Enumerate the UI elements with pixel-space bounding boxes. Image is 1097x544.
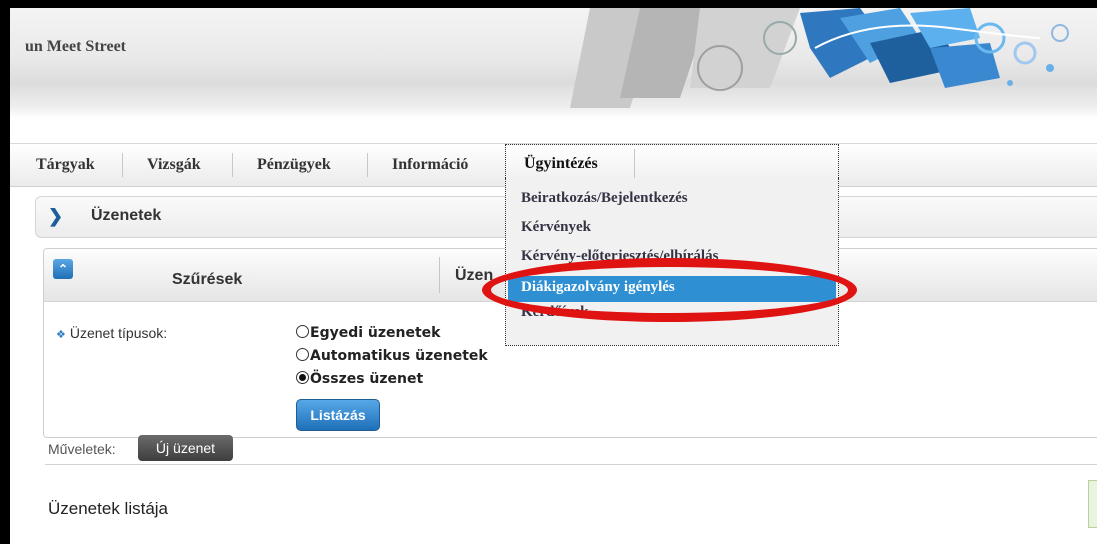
chevron-right-icon: ❯	[48, 206, 64, 226]
radio-button[interactable]	[296, 348, 309, 361]
radio-label: Összes üzenet	[310, 371, 424, 387]
filter-title-secondary: Üzen	[455, 267, 494, 284]
ugyintezes-dropdown-menu: Beiratkozás/Bejelentkezés Kérvények Kérv…	[505, 178, 839, 346]
divider	[45, 464, 1097, 465]
radio-button-selected[interactable]	[296, 371, 309, 384]
nav-separator	[367, 153, 368, 177]
radio-label: Egyedi üzenetek	[310, 325, 441, 341]
radio-option-automatic[interactable]: Automatikus üzenetek	[296, 348, 488, 364]
messages-panel-title: Üzenetek	[91, 207, 162, 224]
radio-label: Automatikus üzenetek	[310, 348, 488, 364]
menu-item-diakigazolvany[interactable]: Diákigazolvány igénylés	[508, 276, 836, 302]
browser-frame: un Meet Street Tárgyak Vizsgák Pénzügyek	[10, 8, 1097, 544]
messages-list-title: Üzenetek listája	[48, 499, 169, 518]
menu-item-kervenyek[interactable]: Kérvények	[521, 219, 591, 236]
new-message-button[interactable]: Új üzenet	[138, 435, 233, 461]
nav-item-informacio[interactable]: Információ	[379, 144, 481, 186]
export-icon[interactable]	[1088, 480, 1097, 528]
nav-separator	[122, 153, 123, 177]
filter-title: Szűrések	[172, 271, 243, 288]
nav-item-targyak[interactable]: Tárgyak	[23, 144, 108, 186]
menu-item-kerdoivek[interactable]: Kérdőívek	[521, 304, 589, 321]
nav-separator	[232, 153, 233, 177]
site-title: un Meet Street	[25, 38, 126, 55]
site-header: un Meet Street	[10, 8, 1097, 118]
radio-button[interactable]	[296, 325, 309, 338]
header-decoration-image	[570, 8, 1069, 108]
radio-option-individual[interactable]: Egyedi üzenetek	[296, 325, 440, 341]
collapse-up-icon[interactable]: ⌃	[53, 259, 73, 279]
nav-item-vizsgak[interactable]: Vizsgák	[134, 144, 214, 186]
menu-item-beiratkozas[interactable]: Beiratkozás/Bejelentkezés	[521, 190, 688, 207]
menu-item-diakigazolvany-label: Diákigazolvány igénylés	[521, 279, 675, 295]
menu-item-kerveny-eloterjesztes[interactable]: Kérvény-előterjesztés/elbírálás	[521, 248, 718, 265]
filter-header-separator	[439, 257, 440, 293]
message-types-label-text: Üzenet típusok:	[69, 325, 168, 341]
radio-option-all[interactable]: Összes üzenet	[296, 371, 423, 387]
list-button[interactable]: Listázás	[296, 399, 380, 431]
operations-label: Műveletek:	[48, 441, 116, 457]
diamond-bullet-icon: ❖	[56, 329, 66, 341]
message-types-label: ❖ Üzenet típusok:	[56, 325, 167, 341]
nav-item-penzugyek[interactable]: Pénzügyek	[244, 144, 344, 186]
